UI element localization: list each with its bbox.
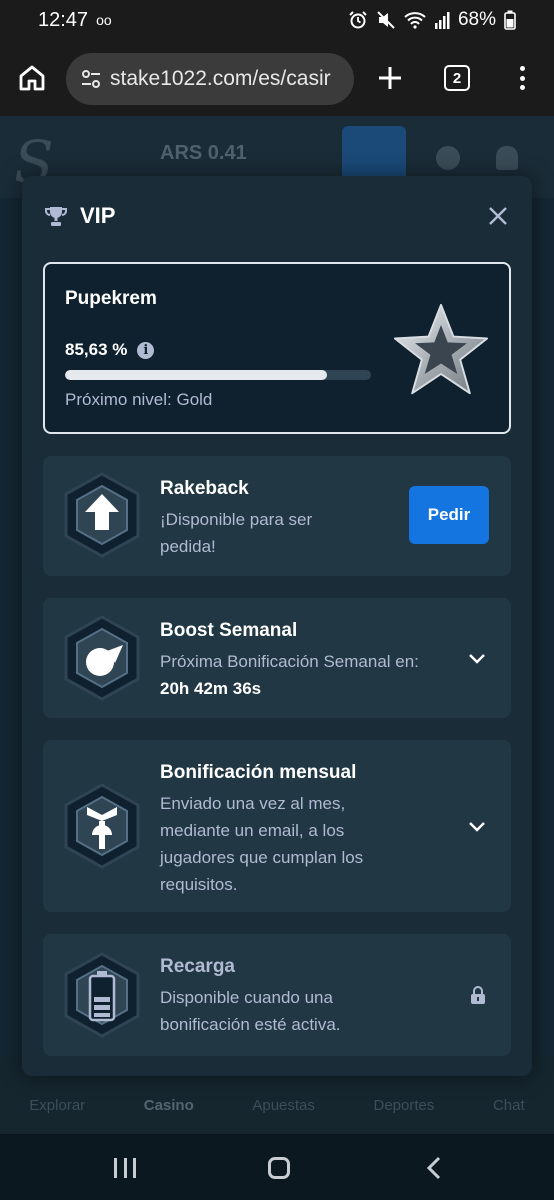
next-level: Próximo nivel: Gold <box>65 390 213 409</box>
vip-progress-card: Pupekrem 85,63 % i Próximo nivel: Gold <box>43 262 511 434</box>
status-time: 12:47 <box>38 8 89 31</box>
info-icon[interactable]: i <box>137 341 155 359</box>
weekly-boost-countdown: 20h 42m 36s <box>160 679 262 698</box>
close-icon[interactable] <box>486 204 510 228</box>
new-tab-icon[interactable] <box>374 62 406 94</box>
progress-bar <box>65 370 371 380</box>
voicemail-icon: oo <box>96 12 112 28</box>
pedir-button[interactable]: Pedir <box>409 486 489 544</box>
nav-chat: Chat <box>492 1097 525 1114</box>
chevron-down-icon[interactable] <box>467 648 487 668</box>
user-icon <box>436 146 460 170</box>
monthly-bonus-badge-icon <box>64 783 140 869</box>
silver-star-icon <box>393 303 489 395</box>
nav-apuestas: Apuestas <box>252 1097 315 1114</box>
bell-icon <box>496 146 518 170</box>
recent-apps-icon[interactable] <box>114 1158 136 1178</box>
chevron-down-icon[interactable] <box>467 816 487 836</box>
progress-bar-fill <box>65 370 328 380</box>
reload-description: Disponible cuando una bonificación esté … <box>160 988 341 1034</box>
site-balance: ARS 0.41 <box>160 142 247 164</box>
trophy-icon <box>45 207 67 226</box>
weekly-boost-card[interactable]: Boost Semanal Próxima Bonificación Seman… <box>43 598 511 718</box>
rakeback-card: Rakeback ¡Disponible para ser pedida! Pe… <box>43 456 511 576</box>
browser-menu-icon[interactable] <box>512 62 532 94</box>
vip-modal: VIP Pupekrem 85,63 % i Próximo nivel: Go… <box>22 176 532 1076</box>
weekly-boost-badge-icon <box>64 615 140 701</box>
status-bar: 12:47 oo 68% <box>0 0 554 40</box>
nav-deportes: Deportes <box>373 1097 435 1114</box>
progress-percent-row: 85,63 % i <box>65 340 155 360</box>
alarm-icon <box>349 11 367 29</box>
monthly-bonus-description: Enviado una vez al mes, mediante un emai… <box>160 794 364 894</box>
weekly-boost-description-block: Próxima Bonificación Semanal en: 20h 42m… <box>160 648 430 702</box>
battery-percent: 68% <box>457 9 496 30</box>
username: Pupekrem <box>65 288 157 309</box>
mute-icon <box>377 11 395 29</box>
rakeback-description: ¡Disponible para ser pedida! <box>160 510 313 556</box>
modal-header: VIP <box>44 198 510 234</box>
battery-icon <box>504 10 516 30</box>
weekly-boost-title: Boost Semanal <box>160 620 298 641</box>
rakeback-badge-icon <box>64 472 140 558</box>
site-settings-icon[interactable] <box>80 68 102 90</box>
tab-switcher-button[interactable]: 2 <box>444 65 470 91</box>
signal-icon <box>434 12 450 29</box>
monthly-bonus-title: Bonificación mensual <box>160 762 357 783</box>
status-icons: 68% <box>348 9 516 31</box>
home-icon[interactable] <box>16 62 48 94</box>
reload-title: Recarga <box>160 956 235 977</box>
reload-card: Recarga Disponible cuando una bonificaci… <box>43 934 511 1056</box>
url-text: stake1022.com/es/casir <box>110 67 331 90</box>
wifi-icon <box>404 12 426 29</box>
reload-battery-badge-icon <box>64 952 140 1038</box>
monthly-bonus-card[interactable]: Bonificación mensual Enviado una vez al … <box>43 740 511 912</box>
lock-icon <box>471 986 485 1004</box>
weekly-boost-description: Próxima Bonificación Semanal en: <box>160 652 419 671</box>
modal-title: VIP <box>80 203 116 228</box>
system-nav-bar <box>0 1134 554 1200</box>
system-home-icon[interactable] <box>268 1157 290 1179</box>
back-icon[interactable] <box>424 1156 444 1180</box>
nav-casino: Casino <box>143 1097 194 1114</box>
address-bar[interactable]: stake1022.com/es/casir <box>66 53 354 105</box>
progress-percent: 85,63 % <box>65 340 128 359</box>
browser-toolbar: stake1022.com/es/casir 2 <box>0 40 554 116</box>
nav-explorar: Explorar <box>29 1097 86 1114</box>
rakeback-title: Rakeback <box>160 478 249 499</box>
